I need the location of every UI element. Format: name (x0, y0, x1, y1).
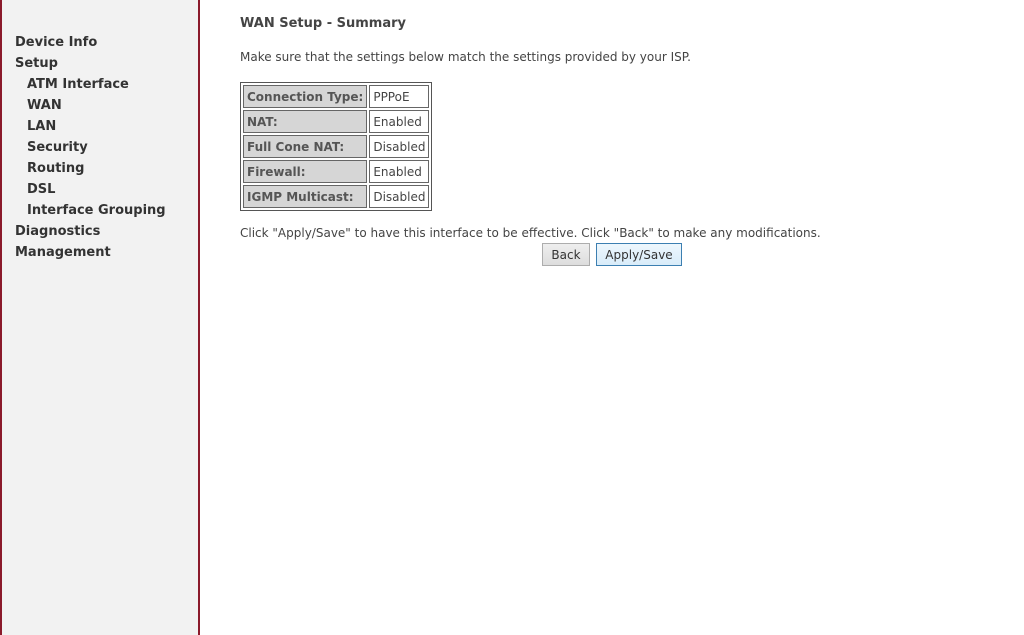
intro-text: Make sure that the settings below match … (240, 50, 691, 64)
connection-type-value: PPPoE (369, 85, 430, 108)
sidebar-item-security[interactable]: Security (15, 138, 166, 159)
igmp-multicast-value: Disabled (369, 185, 430, 208)
sidebar-item-routing[interactable]: Routing (15, 159, 166, 180)
sidebar-item-interface-grouping[interactable]: Interface Grouping (15, 201, 166, 222)
sidebar-item-device-info[interactable]: Device Info (15, 33, 166, 54)
full-cone-nat-value: Disabled (369, 135, 430, 158)
sidebar: Device Info Setup ATM Interface WAN LAN … (0, 0, 200, 635)
sidebar-item-dsl[interactable]: DSL (15, 180, 166, 201)
table-row: Firewall: Enabled (243, 160, 430, 183)
nat-label: NAT: (243, 110, 368, 133)
connection-type-label: Connection Type: (243, 85, 368, 108)
firewall-value: Enabled (369, 160, 430, 183)
apply-save-button[interactable]: Apply/Save (596, 243, 682, 266)
main-content: WAN Setup - Summary Make sure that the s… (240, 0, 1000, 635)
firewall-label: Firewall: (243, 160, 368, 183)
sidebar-item-setup[interactable]: Setup (15, 54, 166, 75)
back-button[interactable]: Back (542, 243, 590, 266)
igmp-multicast-label: IGMP Multicast: (243, 185, 368, 208)
summary-table: Connection Type: PPPoE NAT: Enabled Full… (240, 82, 433, 211)
sidebar-item-wan[interactable]: WAN (15, 96, 166, 117)
page-title: WAN Setup - Summary (240, 16, 406, 31)
table-row: IGMP Multicast: Disabled (243, 185, 430, 208)
sidebar-nav: Device Info Setup ATM Interface WAN LAN … (15, 33, 166, 264)
sidebar-item-lan[interactable]: LAN (15, 117, 166, 138)
apply-note-text: Click "Apply/Save" to have this interfac… (240, 226, 821, 240)
table-row: NAT: Enabled (243, 110, 430, 133)
full-cone-nat-label: Full Cone NAT: (243, 135, 368, 158)
sidebar-item-atm-interface[interactable]: ATM Interface (15, 75, 166, 96)
sidebar-item-management[interactable]: Management (15, 243, 166, 264)
nat-value: Enabled (369, 110, 430, 133)
table-row: Full Cone NAT: Disabled (243, 135, 430, 158)
sidebar-item-diagnostics[interactable]: Diagnostics (15, 222, 166, 243)
table-row: Connection Type: PPPoE (243, 85, 430, 108)
